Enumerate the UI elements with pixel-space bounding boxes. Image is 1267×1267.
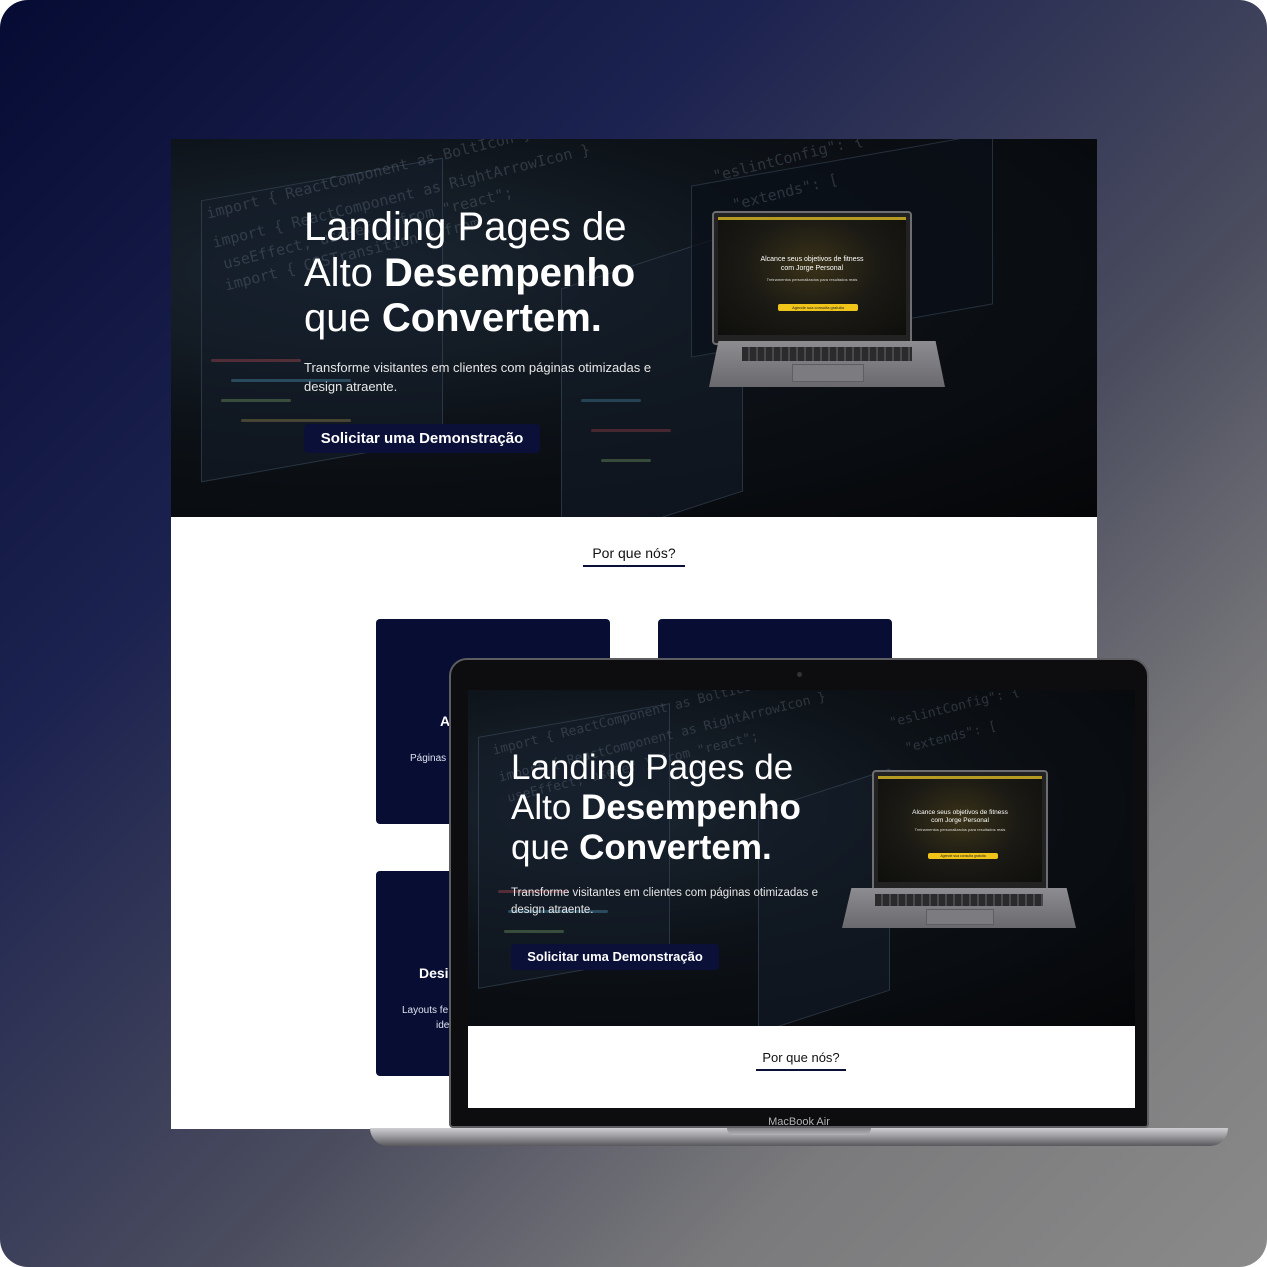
why-us-underline — [583, 565, 685, 567]
macbook-label: MacBook Air — [768, 1116, 830, 1128]
request-demo-button[interactable]: Solicitar uma Demonstração — [304, 424, 540, 453]
hero-section: import { ReactComponent as BoltIcon } fr… — [171, 139, 1097, 517]
hero-title: Landing Pages de Alto Desempenho que Con… — [304, 205, 635, 342]
why-us-heading: Por que nós? — [762, 1050, 840, 1065]
hero-title: Landing Pages de Alto Desempenho que Con… — [511, 748, 801, 867]
why-us-underline — [756, 1069, 846, 1071]
why-us-heading: Por que nós? — [592, 545, 676, 561]
laptop-mockup-image: Alcance seus objetivos de fitness com Jo… — [842, 770, 1076, 930]
camera-icon — [797, 672, 802, 677]
showcase-background: import { ReactComponent as BoltIcon } fr… — [0, 0, 1267, 1267]
hero-title-line2: Alto Desempenho — [304, 250, 636, 295]
request-demo-button[interactable]: Solicitar uma Demonstração — [511, 944, 719, 970]
laptop-mockup-image: Alcance seus objetivos de fitness com Jo… — [709, 211, 945, 391]
macbook-notch — [727, 1128, 871, 1135]
hero-subtitle: Transforme visitantes em clientes com pá… — [511, 887, 819, 916]
hero-subtitle: Transforme visitantes em clientes com pá… — [304, 360, 652, 394]
hero-title-line1: Landing Pages de — [304, 205, 627, 249]
macbook-screen: import { ReactComponent as BoltIcon } fr… — [468, 690, 1135, 1108]
hero-title-line3: que Convertem. — [304, 296, 602, 341]
hero-section: import { ReactComponent as BoltIcon } fr… — [468, 690, 1135, 1026]
macbook-mockup: import { ReactComponent as BoltIcon } fr… — [449, 658, 1149, 1128]
